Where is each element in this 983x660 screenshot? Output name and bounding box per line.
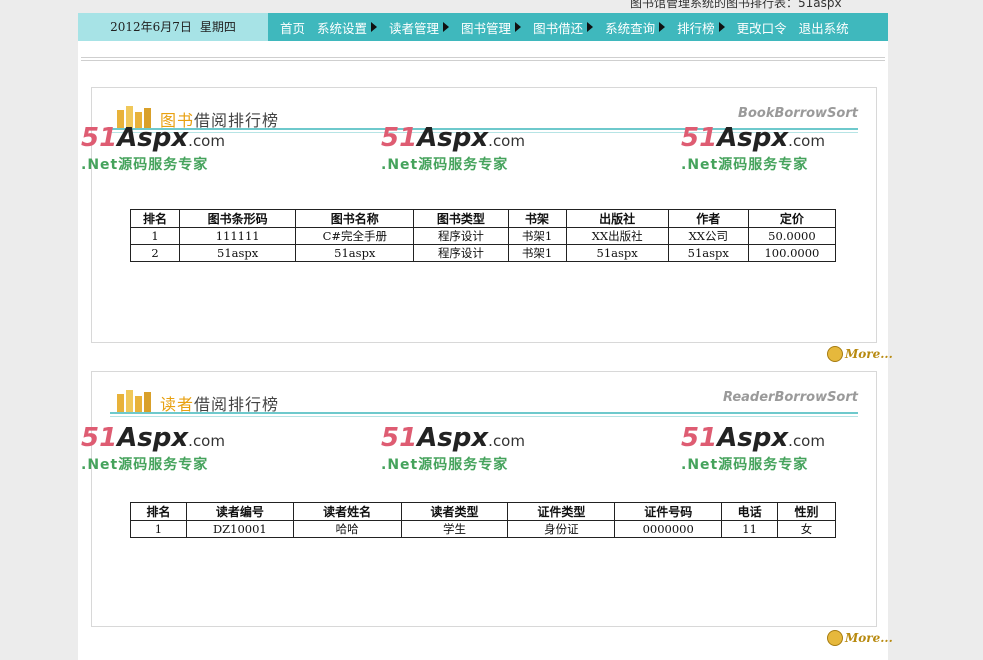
- table-cell: 11: [721, 520, 779, 538]
- divider: [81, 57, 885, 58]
- table-cell: 书架1: [507, 244, 567, 262]
- column-header: 排名: [129, 209, 181, 228]
- column-header: 读者编号: [185, 502, 294, 521]
- nav-item-5[interactable]: 系统查询: [605, 18, 666, 37]
- header-underline: [110, 132, 858, 133]
- submenu-arrow-icon: [659, 22, 666, 32]
- table-cell: 1: [130, 520, 187, 538]
- nav-item-label: 更改口令: [736, 20, 787, 36]
- table-cell: XX公司: [667, 227, 749, 245]
- book-more-link[interactable]: More...: [827, 346, 893, 362]
- table-row: 1 111111 C#完全手册 程序设计 书架1 XX出版社 XX公司 50.0000: [129, 227, 837, 245]
- table-cell: DZ10001: [185, 520, 294, 538]
- table-cell: 哈哈: [292, 520, 402, 538]
- page-container: 2012年6月7日 星期四 首页 系统设置 读者管理 图书管理 图书借还 系统查询 排行榜 更改…: [78, 13, 893, 660]
- nav-item-7[interactable]: 更改口令: [737, 18, 787, 37]
- table-header-row: 排名 读者编号 读者姓名 读者类型 证件类型 证件号码 电话 性别: [130, 502, 836, 521]
- table-cell: 51aspx: [179, 244, 297, 262]
- nav-item-8[interactable]: 退出系统: [799, 18, 849, 37]
- reader-ranking-table: 排名 读者编号 读者姓名 读者类型 证件类型 证件号码 电话 性别 1 DZ10001 哈哈 学生身…: [130, 502, 836, 538]
- table-cell: 身份证: [507, 520, 616, 538]
- book-ranking-table: 排名 图书条形码 图书名称 图书类型 书架 出版社 作者 定价 1 111111 C#完全手册 程序…: [129, 209, 837, 262]
- submenu-arrow-icon: [443, 22, 450, 32]
- column-header: 证件类型: [507, 502, 616, 521]
- table-row: 2 51aspx 51aspx 程序设计 书架1 51aspx 51aspx 100.0000: [129, 244, 837, 262]
- nav-item-label: 首页: [280, 20, 306, 36]
- table-cell: 51aspx: [667, 244, 749, 262]
- column-header: 电话: [721, 502, 779, 521]
- nav-item-label: 系统查询: [605, 20, 656, 36]
- panel-title-english: BookBorrowSort: [738, 106, 858, 121]
- current-weekday: 星期四: [199, 20, 236, 34]
- column-header: 证件号码: [614, 502, 723, 521]
- header-underline: [110, 416, 858, 417]
- table-cell: 111111: [179, 227, 297, 245]
- column-header: 读者姓名: [292, 502, 402, 521]
- nav-item-label: 图书管理: [461, 20, 512, 36]
- nav-item-0[interactable]: 首页: [280, 18, 305, 37]
- column-header: 性别: [777, 502, 836, 521]
- table-cell: 51aspx: [565, 244, 669, 262]
- panel-title-english: ReaderBorrowSort: [722, 390, 858, 405]
- submenu-arrow-icon: [371, 22, 378, 32]
- main-menu: 首页 系统设置 读者管理 图书管理 图书借还 系统查询 排行榜 更改口令 退出系统: [280, 13, 861, 41]
- column-header: 定价: [747, 209, 837, 228]
- more-icon: [827, 630, 843, 646]
- column-header: 出版社: [565, 209, 669, 228]
- book-ranking-panel: 图书借阅排行榜 BookBorrowSort 排名 图书条形码 图书名称 图书类型 书架…: [91, 87, 877, 343]
- date-display: 2012年6月7日 星期四: [78, 13, 268, 41]
- nav-item-label: 图书借还: [533, 20, 584, 36]
- table-cell: 程序设计: [413, 244, 509, 262]
- current-date: 2012年6月7日: [110, 20, 192, 34]
- nav-item-2[interactable]: 读者管理: [389, 18, 450, 37]
- table-cell: 51aspx: [295, 244, 415, 262]
- nav-item-label: 排行榜: [677, 20, 715, 36]
- table-cell: 学生: [400, 520, 509, 538]
- table-row: 1 DZ10001 哈哈 学生 身份证 0000000 11 女: [130, 520, 836, 538]
- header-underline: [110, 128, 858, 130]
- submenu-arrow-icon: [718, 22, 725, 32]
- header-underline: [110, 412, 858, 414]
- column-header: 排名: [130, 502, 187, 521]
- nav-item-1[interactable]: 系统设置: [317, 18, 378, 37]
- column-header: 图书类型: [413, 209, 509, 228]
- table-cell: 100.0000: [747, 244, 837, 262]
- table-cell: 50.0000: [747, 227, 837, 245]
- column-header: 书架: [507, 209, 567, 228]
- window-title: 图书馆管理系统的图书排行表：51aspx: [630, 0, 842, 10]
- nav-item-label: 读者管理: [389, 20, 440, 36]
- divider: [81, 60, 885, 61]
- books-icon: [117, 390, 151, 414]
- table-cell: 书架1: [507, 227, 567, 245]
- table-cell: 1: [129, 227, 181, 245]
- nav-item-4[interactable]: 图书借还: [533, 18, 594, 37]
- table-cell: C#完全手册: [295, 227, 415, 245]
- nav-item-label: 系统设置: [317, 20, 368, 36]
- nav-item-label: 退出系统: [798, 20, 849, 36]
- column-header: 图书条形码: [179, 209, 297, 228]
- top-navigation-bar: 2012年6月7日 星期四 首页 系统设置 读者管理 图书管理 图书借还 系统查询 排行榜 更改…: [78, 13, 888, 41]
- nav-item-6[interactable]: 排行榜: [677, 18, 725, 37]
- table-cell: 0000000: [614, 520, 723, 538]
- table-cell: 程序设计: [413, 227, 509, 245]
- more-icon: [827, 346, 843, 362]
- panel-header: 读者借阅排行榜 ReaderBorrowSort: [110, 386, 858, 418]
- reader-ranking-panel: 读者借阅排行榜 ReaderBorrowSort 排名 读者编号 读者姓名 读者类型证…: [91, 371, 877, 627]
- submenu-arrow-icon: [587, 22, 594, 32]
- column-header: 图书名称: [295, 209, 415, 228]
- books-icon: [117, 106, 151, 130]
- submenu-arrow-icon: [515, 22, 522, 32]
- panel-header: 图书借阅排行榜 BookBorrowSort: [110, 102, 858, 134]
- nav-item-3[interactable]: 图书管理: [461, 18, 522, 37]
- table-cell: XX出版社: [565, 227, 669, 245]
- table-cell: 2: [129, 244, 181, 262]
- table-cell: 女: [777, 520, 836, 538]
- table-header-row: 排名 图书条形码 图书名称 图书类型 书架 出版社 作者 定价: [129, 209, 837, 228]
- column-header: 作者: [667, 209, 749, 228]
- column-header: 读者类型: [400, 502, 509, 521]
- reader-more-link[interactable]: More...: [827, 630, 893, 646]
